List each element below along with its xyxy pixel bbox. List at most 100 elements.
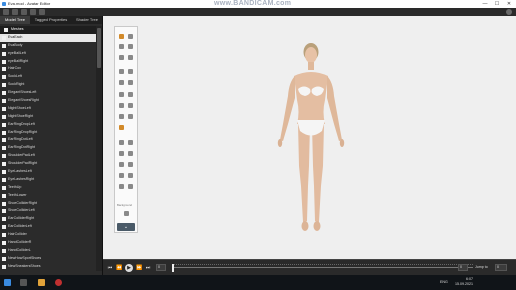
cube-tool-icon[interactable] [128,44,133,49]
visibility-checkbox[interactable] [2,193,6,198]
tree-scrollbar-thumb[interactable] [97,28,101,68]
ruler-tool-icon[interactable] [119,125,124,130]
frame-input[interactable]: 0 [156,264,166,271]
visibility-checkbox[interactable] [2,233,6,238]
visibility-checkbox[interactable] [2,91,6,96]
fast-forward-button[interactable]: ⏩ [136,265,142,271]
tree-item[interactable]: HairCox [0,65,102,73]
tree-group[interactable]: Meshes [0,26,102,34]
visibility-checkbox[interactable] [2,75,6,80]
paint-tool-icon[interactable] [119,140,124,145]
tab-shader-tree[interactable]: Shader Tree [72,16,102,24]
visibility-checkbox[interactable] [2,225,6,230]
visibility-checkbox[interactable] [2,67,6,72]
app-taskbar-icon[interactable] [55,279,62,286]
close-button[interactable]: ✕ [503,0,515,8]
visibility-checkbox[interactable] [2,114,6,119]
tree-item[interactable]: EarRingDotRight [0,144,102,152]
visibility-checkbox[interactable] [2,83,6,88]
tree-item[interactable]: ShoeColliderRight [0,200,102,208]
tree-item[interactable]: HandColliderR [0,239,102,247]
search-icon[interactable] [20,279,27,286]
visibility-checkbox[interactable] [2,209,6,214]
visibility-checkbox[interactable] [2,256,6,261]
eye-tool-icon[interactable] [128,151,133,156]
minimize-button[interactable]: — [479,0,491,8]
tree-scrollbar[interactable] [96,26,102,271]
avatar-model[interactable] [103,16,516,259]
skip-end-button[interactable]: ⏭ [145,265,151,271]
windows-start-icon[interactable] [4,279,11,286]
rewind-button[interactable]: ⏪ [116,265,122,271]
tree-item[interactable]: ShoulderPadLeft [0,152,102,160]
timeline-cursor[interactable] [172,264,174,272]
rotate-tool-icon[interactable] [119,44,124,49]
visibility-checkbox[interactable] [4,28,8,32]
image-tool-icon[interactable] [119,162,124,167]
settings-tool-icon[interactable] [128,162,133,167]
play-button[interactable]: ▶ [125,264,133,272]
tree-item[interactable]: HandColliderL [0,247,102,255]
tree-item[interactable]: EvaBody [0,42,102,50]
tree-item[interactable]: EyeLashesLeft [0,168,102,176]
list-tool-icon[interactable] [119,114,124,119]
tree-item[interactable]: NightShoeLeft [0,105,102,113]
visibility-checkbox[interactable] [2,201,6,206]
light-tool-icon[interactable] [128,80,133,85]
maximize-button[interactable]: ☐ [491,0,503,8]
folder-icon[interactable] [3,9,9,15]
brush-tool-icon[interactable] [128,140,133,145]
tree-item[interactable]: EyeLashesRight [0,176,102,184]
skip-start-button[interactable]: ⏮ [107,265,113,271]
shield-icon[interactable] [30,9,36,15]
visibility-checkbox[interactable] [2,264,6,269]
tab-model-tree[interactable]: Model Tree [0,16,30,24]
visibility-checkbox[interactable] [2,59,6,64]
tree-item[interactable]: EarColliderRight [0,215,102,223]
visibility-checkbox[interactable] [2,138,6,143]
camera-tool-icon[interactable] [128,69,133,74]
visibility-checkbox[interactable] [2,99,6,104]
tree-item[interactable]: eyeBallRight [0,58,102,66]
grid-tool-icon[interactable] [119,80,124,85]
tree-item[interactable]: ElegantShoesLeft [0,89,102,97]
language-indicator[interactable]: ENG [440,280,448,284]
tree-item[interactable]: NewSneakersShoes [0,263,102,271]
visibility-checkbox[interactable] [2,130,6,135]
tree-item[interactable]: HairCollider [0,231,102,239]
tree-item[interactable]: TeethUp [0,184,102,192]
visibility-checkbox[interactable] [2,106,6,111]
visibility-checkbox[interactable] [2,162,6,167]
3d-viewport[interactable] [103,16,516,259]
scale-tool-icon[interactable] [119,69,124,74]
tree-item[interactable]: ShoulderPadRight [0,160,102,168]
visibility-checkbox[interactable] [2,241,6,246]
head-tool-icon[interactable] [119,184,124,189]
move-tool-icon[interactable] [119,55,124,60]
tree-item[interactable]: ShoeColliderLeft [0,207,102,215]
tree-item[interactable]: EarColliderLeft [0,223,102,231]
sphere-tool-icon[interactable] [128,55,133,60]
select-tool-icon[interactable] [119,34,124,39]
tree-item[interactable]: eyeBallLeft [0,50,102,58]
tree-item[interactable]: TeethLower [0,192,102,200]
tree-item[interactable]: EarRingDotLeft [0,136,102,144]
hand-tool-icon[interactable] [128,34,133,39]
tree-item[interactable]: SockLeft [0,73,102,81]
visibility-checkbox[interactable] [2,122,6,127]
visibility-checkbox[interactable] [2,51,6,56]
help-icon[interactable] [506,9,512,15]
save-icon[interactable] [12,9,18,15]
tab-tagged-properties[interactable]: Tagged Properties [31,16,71,24]
globe-icon[interactable] [39,9,45,15]
visibility-checkbox[interactable] [2,43,6,48]
joint-tool-icon[interactable] [128,92,133,97]
visibility-checkbox[interactable] [2,217,6,222]
arrow-icon[interactable] [21,9,27,15]
visibility-checkbox[interactable] [2,185,6,190]
visibility-checkbox[interactable] [2,177,6,182]
visibility-checkbox[interactable] [2,248,6,253]
pose-tool-icon[interactable] [128,103,133,108]
tree-item[interactable]: SockRight [0,81,102,89]
system-clock[interactable]: 6:07 15.09.2021 [455,277,473,287]
